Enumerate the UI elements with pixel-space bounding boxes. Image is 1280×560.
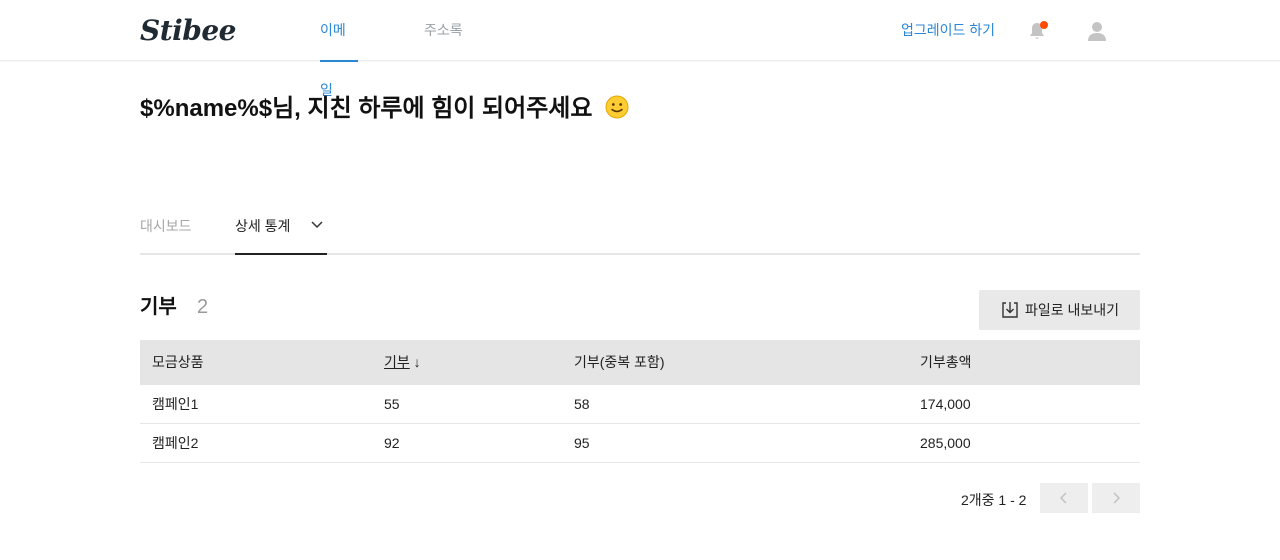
donation-table: 모금상품 기부 ↓ 기부(중복 포함) 기부총액 캠페인1 55 58 174,… [140, 340, 1140, 463]
tab-email[interactable]: 이메일 [320, 0, 358, 98]
cell-donation: 55 [384, 396, 400, 412]
section-title: 기부 [140, 296, 177, 318]
column-header-donation[interactable]: 기부 ↓ [384, 340, 421, 385]
column-header-donation-with-duplicates[interactable]: 기부(중복 포함) [574, 340, 665, 385]
page-greeting: $%name%$님, 지친 하루에 힘이 되어주세요 [140, 92, 629, 126]
stats-subtabs: 대시보드 상세 통계 [140, 200, 1140, 255]
cell-donation-total: 174,000 [920, 396, 971, 412]
previous-page-button[interactable] [1040, 483, 1088, 513]
section-count: 2 [197, 296, 209, 318]
column-header-donation-label: 기부 [384, 354, 410, 370]
cell-donation-with-duplicates: 95 [574, 435, 590, 451]
export-button-label: 파일로 내보내기 [1025, 302, 1120, 318]
upgrade-link[interactable]: 업그레이드 하기 [901, 0, 995, 61]
chevron-down-icon [311, 221, 323, 229]
tab-address-book[interactable]: 주소록 [424, 0, 463, 62]
cell-donation: 92 [384, 435, 400, 451]
greeting-text: $%name%$님, 지친 하루에 힘이 되어주세요 [140, 95, 593, 122]
subtab-detail-stats[interactable]: 상세 통계 [235, 214, 327, 255]
sort-descending-icon: ↓ [413, 354, 421, 370]
notification-badge-icon [1040, 21, 1048, 29]
table-row[interactable]: 캠페인1 55 58 174,000 [140, 385, 1140, 424]
chevron-left-icon [1060, 492, 1067, 504]
cell-product: 캠페인1 [152, 396, 199, 412]
logo-text: Stibee [140, 14, 237, 47]
subtab-detail-stats-label: 상세 통계 [235, 218, 291, 234]
user-profile-icon[interactable] [1086, 20, 1108, 42]
cell-donation-total: 285,000 [920, 435, 971, 451]
slightly-smiling-face-icon [605, 95, 629, 119]
notification-bell-icon[interactable] [1026, 20, 1048, 42]
column-header-donation-total[interactable]: 기부총액 [920, 340, 972, 385]
subtab-dashboard[interactable]: 대시보드 [140, 214, 192, 238]
cell-product: 캠페인2 [152, 435, 199, 451]
chevron-right-icon [1113, 492, 1120, 504]
download-icon [1002, 302, 1018, 318]
cell-donation-with-duplicates: 58 [574, 396, 590, 412]
export-to-file-button[interactable]: 파일로 내보내기 [979, 290, 1140, 330]
table-header-row: 모금상품 기부 ↓ 기부(중복 포함) 기부총액 [140, 340, 1140, 385]
pagination-summary: 2개중 1 - 2 [961, 492, 1027, 508]
table-row[interactable]: 캠페인2 92 95 285,000 [140, 424, 1140, 463]
next-page-button[interactable] [1092, 483, 1140, 513]
top-navigation-bar: Stibee 이메일 주소록 업그레이드 하기 [0, 0, 1280, 98]
stibee-logo[interactable]: Stibee [140, 14, 237, 48]
column-header-product[interactable]: 모금상품 [152, 340, 204, 385]
